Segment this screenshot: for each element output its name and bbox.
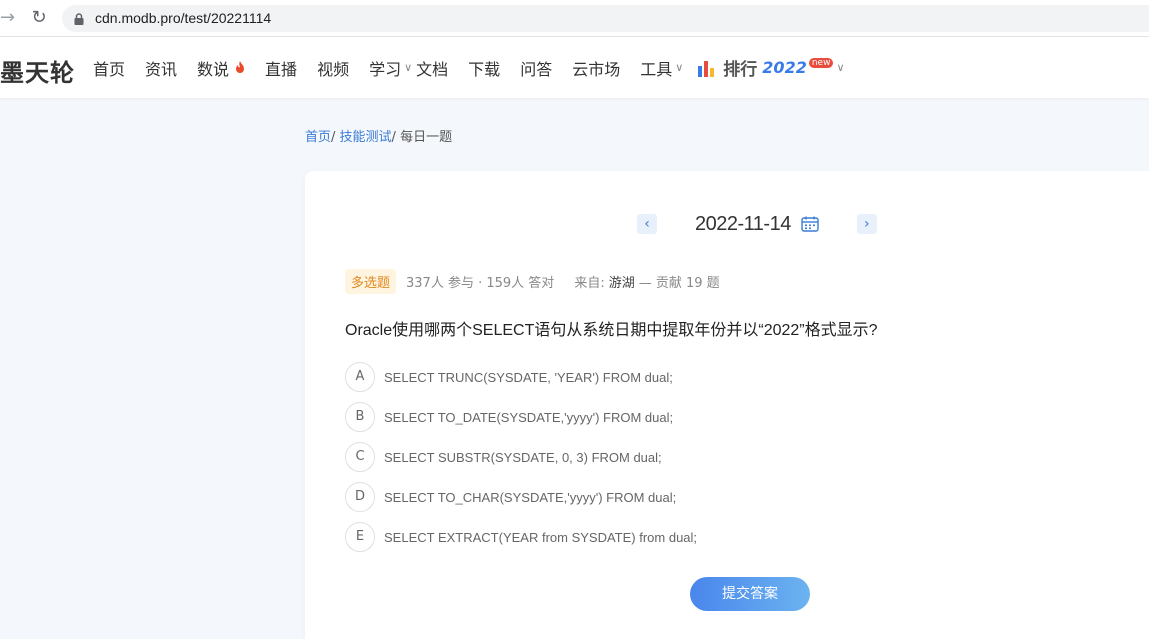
option-letter: E <box>345 522 375 552</box>
new-badge: new <box>808 57 834 68</box>
quiz-meta: 多选题 337人 参与 · 159人 答对 来自: 游湖 — 贡献 19 题 <box>345 269 720 294</box>
nav-download[interactable]: 下载 <box>468 56 500 80</box>
option-text: SELECT TO_DATE(SYSDATE,'yyyy') FROM dual… <box>384 409 674 425</box>
option-letter: B <box>345 402 375 432</box>
nav-home-label: 首页 <box>93 59 126 79</box>
option-letter: A <box>345 362 375 392</box>
option-e[interactable]: E SELECT EXTRACT(YEAR from SYSDATE) from… <box>345 517 697 557</box>
bar-chart-icon <box>698 60 715 77</box>
breadcrumb-skill-test[interactable]: 技能测试 <box>340 130 392 145</box>
nav-rank[interactable]: 排行 2022 new ∨ <box>697 55 845 80</box>
quiz-date: 2022-11-14 <box>695 212 791 235</box>
next-day-button[interactable]: › <box>856 214 877 234</box>
nav-learn[interactable]: 学习 ∨ <box>369 56 412 80</box>
submit-answer-button[interactable]: 提交答案 <box>690 577 810 611</box>
source-label: 来自: <box>574 276 605 291</box>
nav-tools[interactable]: 工具 ∨ <box>640 56 683 80</box>
option-b[interactable]: B SELECT TO_DATE(SYSDATE,'yyyy') FROM du… <box>345 397 697 437</box>
lock-icon <box>74 13 84 25</box>
breadcrumb-sep: / <box>391 130 401 145</box>
breadcrumb-home[interactable]: 首页 <box>305 130 331 145</box>
nav-learn-label: 学习 <box>369 59 402 79</box>
main-nav: 首页 资讯 数说 直播 视频 学习 ∨ 文档 下载 问答 云市场 工具 ∨ 排行 2… <box>93 37 845 98</box>
option-letter: D <box>345 482 375 512</box>
back-arrow-icon[interactable]: → <box>0 8 16 28</box>
option-text: SELECT SUBSTR(SYSDATE, 0, 3) FROM dual; <box>384 449 662 465</box>
url-text[interactable]: cdn.modb.pro/test/20221114 <box>95 10 271 26</box>
reload-icon[interactable]: ↻ <box>28 7 50 29</box>
chevron-down-icon: ∨ <box>836 61 845 74</box>
quiz-card: ‹ 2022-11-14 › 多选题 337人 参与 · 159人 答对 来自:… <box>305 171 1149 639</box>
nav-qa[interactable]: 问答 <box>520 56 552 80</box>
date-navigator: ‹ 2022-11-14 › <box>637 211 877 237</box>
option-text: SELECT TRUNC(SYSDATE, 'YEAR') FROM dual; <box>384 369 673 385</box>
nav-cloud-market[interactable]: 云市场 <box>572 56 620 80</box>
site-header: 墨天轮 首页 资讯 数说 直播 视频 学习 ∨ 文档 下载 问答 云市场 工具 ∨ … <box>0 37 1149 98</box>
address-bar[interactable]: cdn.modb.pro/test/20221114 <box>62 5 1149 32</box>
nav-download-label: 下载 <box>468 59 501 79</box>
site-logo[interactable]: 墨天轮 <box>0 53 75 88</box>
nav-cloud-market-label: 云市场 <box>572 59 621 79</box>
nav-data[interactable]: 数说 <box>197 56 245 80</box>
option-text: SELECT EXTRACT(YEAR from SYSDATE) from d… <box>384 529 698 545</box>
option-a[interactable]: A SELECT TRUNC(SYSDATE, 'YEAR') FROM dua… <box>345 357 697 397</box>
participation-stats: 337人 参与 · 159人 答对 <box>406 276 555 291</box>
nav-news[interactable]: 资讯 <box>145 56 177 80</box>
rank-year: 2022 <box>762 58 807 77</box>
chevron-down-icon: ∨ <box>404 61 413 74</box>
nav-tools-label: 工具 <box>640 59 673 79</box>
option-letter: C <box>345 442 375 472</box>
question-type-badge: 多选题 <box>345 269 397 294</box>
prev-day-button[interactable]: ‹ <box>637 214 657 234</box>
chevron-down-icon: ∨ <box>675 61 684 74</box>
nav-qa-label: 问答 <box>520 59 553 79</box>
nav-video[interactable]: 视频 <box>317 56 349 80</box>
nav-video-label: 视频 <box>317 59 350 79</box>
nav-data-label: 数说 <box>197 59 230 79</box>
nav-home[interactable]: 首页 <box>93 56 125 80</box>
nav-live-label: 直播 <box>265 59 298 79</box>
nav-live[interactable]: 直播 <box>265 56 297 80</box>
breadcrumb: 首页/ 技能测试/ 每日一题 <box>305 126 452 145</box>
rank-label: 排行 <box>723 60 758 80</box>
nav-news-label: 资讯 <box>145 59 178 79</box>
calendar-icon[interactable] <box>801 216 819 232</box>
option-text: SELECT TO_CHAR(SYSDATE,'yyyy') FROM dual… <box>384 489 677 505</box>
option-d[interactable]: D SELECT TO_CHAR(SYSDATE,'yyyy') FROM du… <box>345 477 697 517</box>
browser-toolbar: → ↻ cdn.modb.pro/test/20221114 <box>0 0 1149 37</box>
nav-docs[interactable]: 文档 <box>416 56 448 80</box>
option-c[interactable]: C SELECT SUBSTR(SYSDATE, 0, 3) FROM dual… <box>345 437 697 477</box>
flame-icon <box>236 61 245 73</box>
breadcrumb-sep: / <box>331 130 340 145</box>
author-link[interactable]: 游湖 <box>609 272 635 291</box>
question-text: Oracle使用哪两个SELECT语句从系统日期中提取年份并以“2022”格式显… <box>345 322 878 339</box>
breadcrumb-current: 每日一题 <box>400 130 453 145</box>
options-list: A SELECT TRUNC(SYSDATE, 'YEAR') FROM dua… <box>345 357 697 557</box>
contribution-count: — 贡献 19 题 <box>638 276 720 291</box>
nav-docs-label: 文档 <box>416 59 449 79</box>
